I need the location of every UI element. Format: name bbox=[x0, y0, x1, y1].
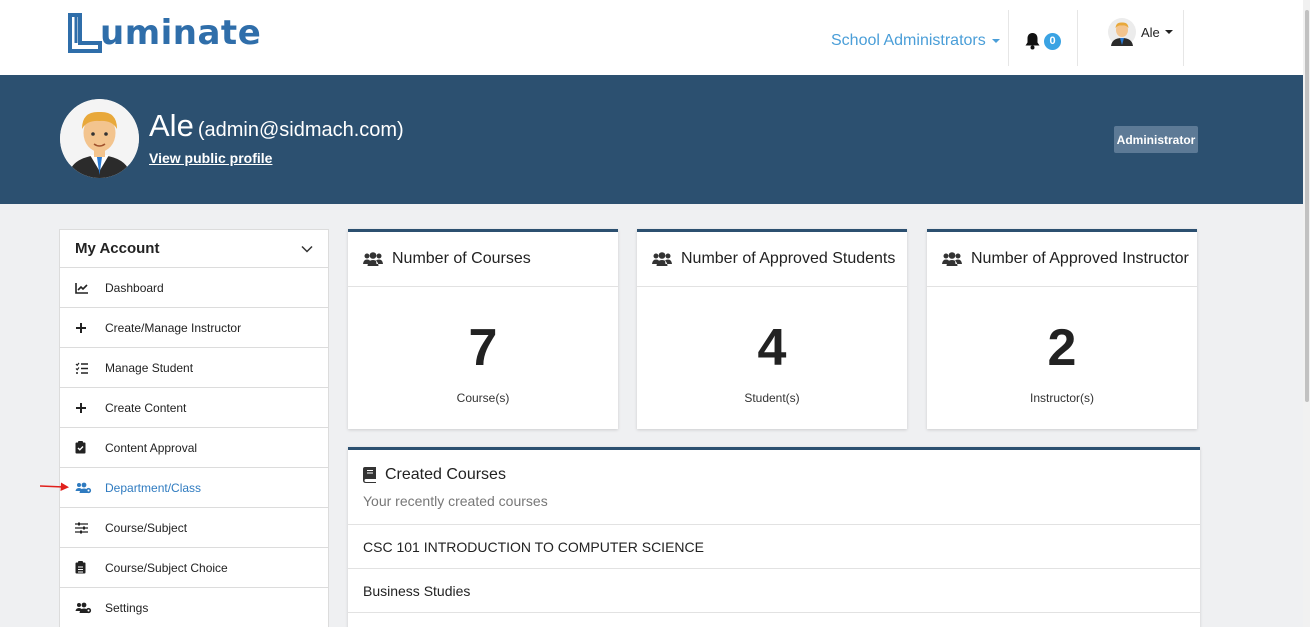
clipboard-check-icon bbox=[75, 441, 86, 454]
book-icon bbox=[363, 467, 376, 483]
role-dropdown-label: School Administrators bbox=[831, 32, 986, 49]
notifications-button[interactable]: 0 bbox=[1024, 32, 1061, 50]
red-arrow-annotation bbox=[40, 482, 69, 491]
role-dropdown[interactable]: School Administrators bbox=[831, 32, 1000, 50]
chevron-down-icon bbox=[991, 39, 1000, 43]
users-icon bbox=[652, 252, 672, 266]
user-avatar bbox=[1108, 18, 1136, 46]
sidebar-item-content-approval[interactable]: Content Approval bbox=[60, 428, 328, 468]
card-value: 7 bbox=[468, 319, 498, 377]
list-item[interactable]: CSC 101 INTRODUCTION TO COMPUTER SCIENCE bbox=[348, 525, 1200, 569]
sidebar-item-label: Dashboard bbox=[105, 280, 164, 295]
profile-email: (admin@sidmach.com) bbox=[197, 119, 404, 141]
panel-title-row: Created Courses bbox=[363, 466, 1185, 484]
sidebar-item-course-subject[interactable]: Course/Subject bbox=[60, 508, 328, 548]
users-cog-icon bbox=[75, 482, 92, 493]
divider bbox=[1183, 10, 1184, 66]
sidebar-item-dashboard[interactable]: Dashboard bbox=[60, 268, 328, 308]
sliders-icon bbox=[75, 522, 88, 533]
tasks-list-icon bbox=[75, 362, 88, 374]
card-value: 2 bbox=[1047, 319, 1077, 377]
sidebar-item-label: Course/Subject Choice bbox=[105, 560, 228, 575]
card-title: Number of Approved Instructor bbox=[971, 250, 1189, 267]
plus-icon bbox=[76, 402, 86, 413]
logo-mark-icon bbox=[68, 13, 102, 53]
created-courses-panel: Created Courses Your recently created co… bbox=[348, 447, 1200, 627]
card-unit: Instructor(s) bbox=[1029, 391, 1094, 405]
card-title: Number of Approved Students bbox=[681, 250, 896, 267]
clipboard-list-icon bbox=[75, 561, 86, 574]
sidebar-item-label: Content Approval bbox=[105, 440, 198, 455]
plus-icon bbox=[76, 322, 86, 333]
sidebar-item-label: Manage Student bbox=[105, 360, 194, 375]
users-cog-icon bbox=[75, 602, 92, 613]
chevron-down-icon bbox=[301, 245, 313, 253]
sidebar-title: My Account bbox=[75, 240, 160, 257]
top-navbar: uminate School Administrators 0 Ale bbox=[0, 0, 1303, 75]
sidebar-item-label: Course/Subject bbox=[105, 520, 188, 535]
chart-line-icon bbox=[75, 282, 88, 294]
sidebar-item-department-class[interactable]: Department/Class bbox=[60, 468, 328, 508]
user-name: Ale bbox=[1141, 24, 1160, 40]
avatar-illustration bbox=[60, 99, 139, 178]
panel-header: Created Courses Your recently created co… bbox=[348, 450, 1200, 525]
my-account-header[interactable]: My Account bbox=[60, 230, 328, 268]
profile-name: Ale bbox=[149, 108, 194, 143]
profile-heading: Ale (admin@sidmach.com) bbox=[149, 108, 404, 144]
card-unit: Student(s) bbox=[744, 391, 800, 405]
sidebar-item-manage-student[interactable]: Manage Student bbox=[60, 348, 328, 388]
card-header: Number of Courses bbox=[348, 232, 618, 287]
card-header: Number of Approved Students bbox=[637, 232, 907, 287]
sidebar-item-settings[interactable]: Settings bbox=[60, 588, 328, 627]
luminate-logo[interactable]: uminate bbox=[68, 12, 261, 54]
sidebar-item-course-subject-choice[interactable]: Course/Subject Choice bbox=[60, 548, 328, 588]
sidebar-item-label: Department/Class bbox=[105, 480, 202, 495]
card-value: 4 bbox=[757, 319, 787, 377]
users-icon bbox=[942, 252, 962, 266]
logo-text: uminate bbox=[100, 13, 262, 53]
profile-banner: Ale (admin@sidmach.com) View public prof… bbox=[0, 75, 1303, 204]
view-public-profile-link[interactable]: View public profile bbox=[149, 150, 272, 166]
sidebar-item-label: Create/Manage Instructor bbox=[105, 320, 242, 335]
card-title: Number of Courses bbox=[392, 250, 531, 267]
sidebar-item-label: Create Content bbox=[105, 400, 187, 415]
account-sidebar: My Account Dashboard Create/Manage Instr… bbox=[59, 229, 329, 627]
sidebar-item-create-content[interactable]: Create Content bbox=[60, 388, 328, 428]
chevron-down-icon bbox=[1164, 30, 1173, 34]
list-item[interactable]: Business Studies bbox=[348, 569, 1200, 613]
sidebar-item-create-manage-instructor[interactable]: Create/Manage Instructor bbox=[60, 308, 328, 348]
notifications-count-badge: 0 bbox=[1044, 32, 1061, 50]
sidebar-item-label: Settings bbox=[105, 600, 149, 615]
students-stat-card: Number of Approved Students 4 Student(s) bbox=[637, 229, 907, 429]
divider bbox=[1008, 10, 1009, 66]
divider bbox=[1077, 10, 1078, 66]
courses-stat-card: Number of Courses 7 Course(s) bbox=[348, 229, 618, 429]
instructors-stat-card: Number of Approved Instructor 2 Instruct… bbox=[927, 229, 1197, 429]
bell-icon bbox=[1025, 33, 1040, 50]
card-unit: Course(s) bbox=[456, 391, 510, 405]
user-menu[interactable]: Ale bbox=[1108, 18, 1173, 46]
panel-subtitle: Your recently created courses bbox=[363, 493, 548, 509]
profile-avatar bbox=[60, 99, 139, 178]
role-badge: Administrator bbox=[1114, 126, 1198, 153]
panel-title: Created Courses bbox=[385, 466, 506, 483]
scrollbar-thumb[interactable] bbox=[1305, 10, 1309, 402]
card-header: Number of Approved Instructor bbox=[927, 232, 1197, 287]
users-icon bbox=[363, 252, 383, 266]
